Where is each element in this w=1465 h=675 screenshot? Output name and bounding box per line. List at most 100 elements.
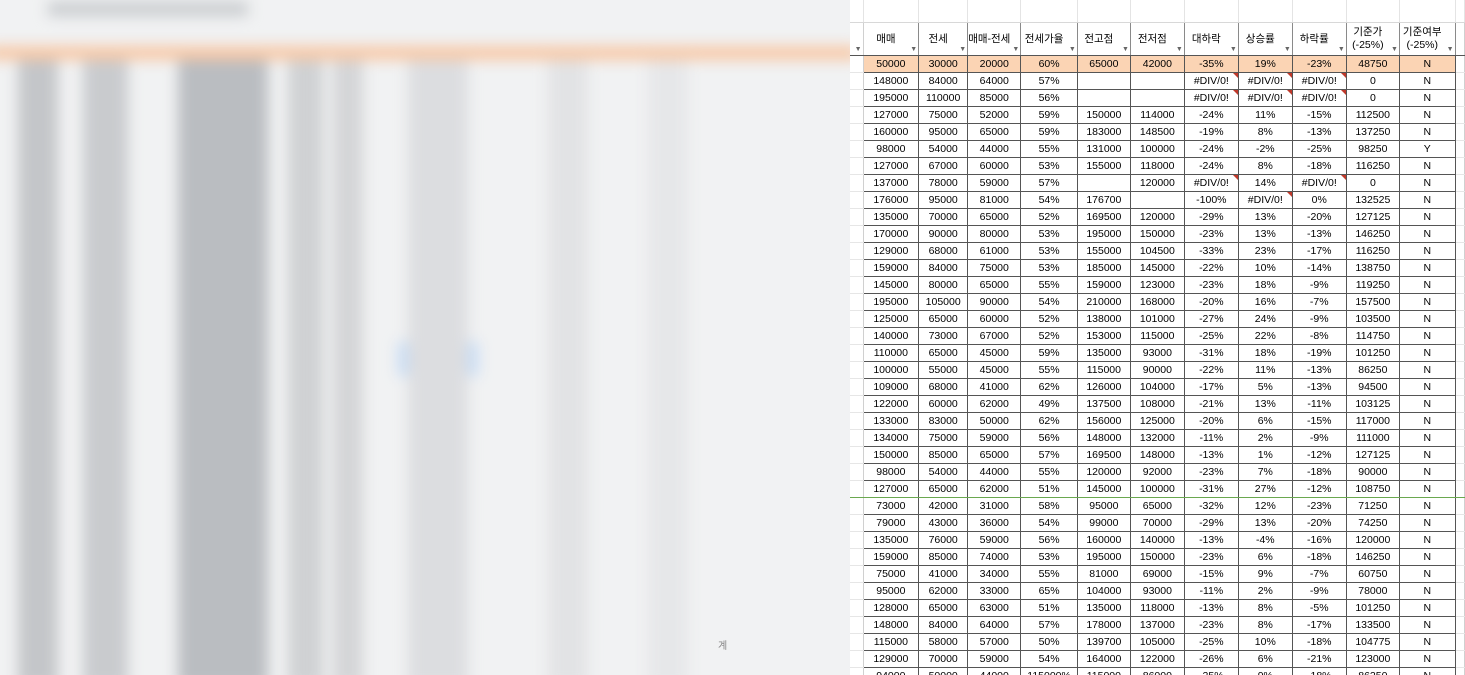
column-header[interactable]: 전고점 ▼ [1077,22,1131,56]
table-cell[interactable]: 131000 [1077,140,1131,158]
table-cell[interactable]: 78000 [1346,582,1400,600]
table-row[interactable]: 135000 76000 59000 56% 160000 140000 -13% -4% -1… [850,531,1465,549]
table-cell[interactable]: 120000 [1130,174,1185,192]
table-cell[interactable]: #DIV/0! [1184,174,1239,192]
table-cell[interactable]: 59000 [967,174,1022,192]
table-cell[interactable]: -19% [1184,123,1239,141]
table-cell[interactable]: -25% [1184,667,1239,675]
table-cell[interactable]: 54000 [918,463,969,481]
table-cell[interactable]: 59% [1020,123,1078,141]
table-cell[interactable]: N [1399,310,1456,328]
table-cell[interactable]: 50% [1020,633,1078,651]
table-cell[interactable]: 115000 [1077,361,1131,379]
table-cell[interactable]: 155000 [1077,157,1131,175]
table-cell[interactable]: 104000 [1077,582,1131,600]
table-row[interactable]: 148000 84000 64000 57% 178000 137000 -23% 8% -17… [850,616,1465,634]
table-row[interactable]: 100000 55000 45000 55% 115000 90000 -22% 11% -13… [850,361,1465,379]
table-cell[interactable]: 61000 [967,242,1022,260]
table-cell[interactable]: 118000 [1130,157,1185,175]
table-cell[interactable]: 115000 [1130,327,1185,345]
table-cell[interactable]: 86000 [1130,667,1185,675]
table-cell[interactable]: -25% [1184,633,1239,651]
table-cell[interactable]: 1% [1238,446,1293,464]
table-cell[interactable]: 98250 [1346,140,1400,158]
table-cell[interactable]: 135000 [863,208,920,226]
table-cell[interactable]: -13% [1292,378,1347,396]
table-cell[interactable]: 65000 [918,344,969,362]
table-cell[interactable]: 44000 [967,140,1022,158]
table-cell[interactable]: 60% [1020,55,1078,73]
table-cell[interactable]: 90000 [918,225,969,243]
table-cell[interactable]: 178000 [1077,616,1131,634]
table-cell[interactable]: N [1399,293,1456,311]
table-cell[interactable]: N [1399,412,1456,430]
table-cell[interactable]: 195000 [1077,225,1131,243]
filter-dropdown-icon[interactable]: ▼ [855,46,862,53]
table-cell[interactable]: 0 [1346,89,1400,107]
table-cell[interactable]: 71250 [1346,497,1400,515]
table-cell[interactable]: 60000 [967,310,1022,328]
table-cell[interactable]: 54000 [918,140,969,158]
table-cell[interactable]: 55% [1020,463,1078,481]
column-header[interactable]: 기준여부 (-25%) ▼ [1399,22,1456,56]
filter-dropdown-icon[interactable]: ▼ [1391,46,1398,53]
table-cell[interactable]: 57% [1020,616,1078,634]
table-cell[interactable]: 95000 [1077,497,1131,515]
table-cell[interactable]: 54% [1020,650,1078,668]
table-cell[interactable]: 56% [1020,429,1078,447]
table-cell[interactable]: 18% [1238,344,1293,362]
table-cell[interactable]: -18% [1292,667,1347,675]
table-cell[interactable]: N [1399,276,1456,294]
table-row[interactable]: 137000 78000 59000 57% 120000 #DIV/0! 14% #DIV/… [850,174,1465,192]
table-cell[interactable]: 83000 [918,412,969,430]
table-cell[interactable]: -23% [1184,463,1239,481]
table-cell[interactable]: 125000 [1130,412,1185,430]
table-cell[interactable]: N [1399,548,1456,566]
table-cell[interactable]: -23% [1184,616,1239,634]
table-cell[interactable]: 94500 [1346,378,1400,396]
table-cell[interactable]: 85000 [967,89,1022,107]
table-cell[interactable]: 51% [1020,480,1078,498]
table-cell[interactable]: 14% [1238,174,1293,192]
table-cell[interactable]: -29% [1184,208,1239,226]
table-cell[interactable]: 104000 [1130,378,1185,396]
filter-dropdown-icon[interactable]: ▼ [1176,46,1183,53]
table-cell[interactable]: 22% [1238,327,1293,345]
table-cell[interactable]: 65000 [967,446,1022,464]
table-row[interactable]: 127000 65000 62000 51% 145000 100000 -31% 27% -1… [850,480,1465,498]
table-cell[interactable]: 150000 [863,446,920,464]
table-cell[interactable]: 93000 [1130,582,1185,600]
table-cell[interactable]: 195000 [863,89,920,107]
table-cell[interactable]: 80000 [918,276,969,294]
table-cell[interactable]: 45000 [967,361,1022,379]
table-cell[interactable]: N [1399,565,1456,583]
table-cell[interactable]: 11% [1238,106,1293,124]
table-cell[interactable]: N [1399,429,1456,447]
column-header[interactable]: 매매-전세 ▼ [967,22,1022,56]
table-cell[interactable]: #DIV/0! [1292,89,1347,107]
table-cell[interactable]: 6% [1238,548,1293,566]
table-cell[interactable]: -33% [1184,242,1239,260]
table-cell[interactable]: 57000 [967,633,1022,651]
table-cell[interactable]: -20% [1184,293,1239,311]
table-cell[interactable]: 134000 [863,429,920,447]
table-cell[interactable]: 57% [1020,72,1078,90]
table-cell[interactable]: N [1399,327,1456,345]
table-cell[interactable]: 101250 [1346,599,1400,617]
table-cell[interactable]: N [1399,89,1456,107]
table-cell[interactable]: -17% [1184,378,1239,396]
table-cell[interactable]: 185000 [1077,259,1131,277]
table-cell[interactable]: 132000 [1130,429,1185,447]
table-cell[interactable]: 54% [1020,293,1078,311]
table-cell[interactable]: -26% [1184,650,1239,668]
table-cell[interactable]: #DIV/0! [1292,174,1347,192]
table-cell[interactable]: 150000 [1077,106,1131,124]
table-cell[interactable]: -20% [1292,208,1347,226]
table-cell[interactable]: 195000 [863,293,920,311]
table-cell[interactable]: 64000 [967,72,1022,90]
table-cell[interactable]: 65000 [918,480,969,498]
table-cell[interactable]: 20000 [967,55,1022,73]
table-cell[interactable]: -12% [1292,446,1347,464]
table-cell[interactable]: 123000 [1346,650,1400,668]
table-cell[interactable]: 127125 [1346,208,1400,226]
